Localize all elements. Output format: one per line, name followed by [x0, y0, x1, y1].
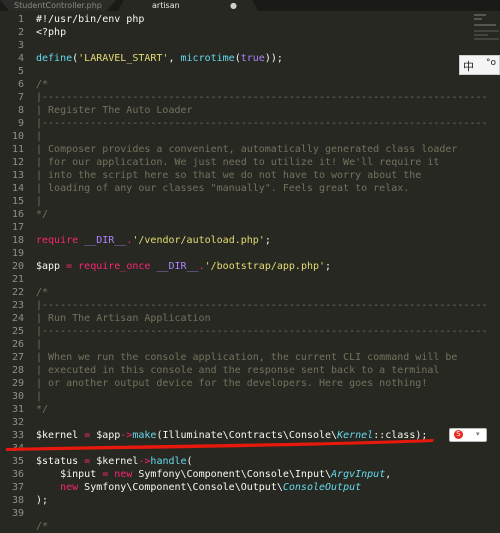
tab-artisan[interactable]: artisan ● — [118, 0, 258, 11]
code-editor[interactable]: 1 2 3 4 5 6 7 8 9 10 11 12 13 14 15 16 17 18 19 20 21 22 23 24 2… — [0, 11, 500, 532]
tab-studentcontroller[interactable]: StudentController.php — [0, 0, 116, 11]
ime-punctuation-toggle[interactable]: °o — [486, 58, 496, 68]
red-underline-annotation — [6, 439, 434, 451]
tab-bar: StudentController.php artisan ● — [0, 0, 500, 11]
chevron-down-icon[interactable]: ▾ — [476, 430, 480, 438]
tab-label: StudentController.php — [14, 1, 102, 10]
ime-status-bar[interactable]: 中 °o — [459, 55, 500, 75]
modified-dot-icon[interactable]: ● — [230, 0, 237, 11]
sogou-logo-icon: S — [454, 430, 463, 439]
ime-language-toggle[interactable]: 中 — [463, 58, 474, 74]
sogou-input-toolbar[interactable]: S ▾ — [449, 428, 487, 442]
tab-label: artisan — [152, 1, 180, 10]
